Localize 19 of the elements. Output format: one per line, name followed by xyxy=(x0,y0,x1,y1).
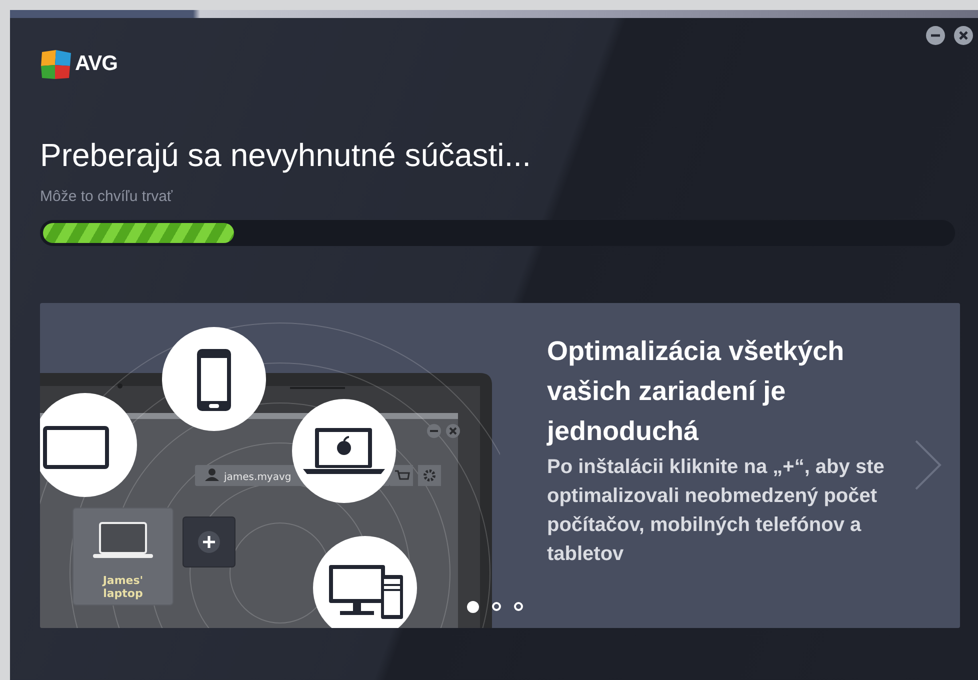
slide-description: Po inštalácii kliknite na „+“, aby ste optimalizovali neobmedzený počet počítačov, mobilných telefónov a tabletov xyxy=(547,455,886,567)
user-icon xyxy=(205,468,219,481)
phone-icon xyxy=(162,327,266,431)
tablet-icon xyxy=(40,393,137,497)
minimize-icon xyxy=(427,424,441,438)
laptop-icon xyxy=(292,399,396,503)
status-subtitle: Môže to chvíľu trvať xyxy=(40,188,174,206)
desktop-icon xyxy=(313,536,417,628)
close-icon xyxy=(446,424,460,438)
minimize-icon[interactable] xyxy=(926,26,945,45)
account-name: james.myavg xyxy=(224,472,292,483)
close-icon[interactable] xyxy=(954,26,973,45)
logo-icon xyxy=(40,48,72,80)
status-title: Preberajú sa nevyhnutné súčasti... xyxy=(40,136,532,174)
slide-heading: Optimalizácia všetkých vašich zariadení je jednoduchá xyxy=(547,335,846,448)
logo-text: AVG xyxy=(75,52,118,76)
pager-dot[interactable] xyxy=(514,602,523,611)
device-label: James' laptop xyxy=(102,574,144,600)
pager-dot[interactable] xyxy=(492,602,501,611)
